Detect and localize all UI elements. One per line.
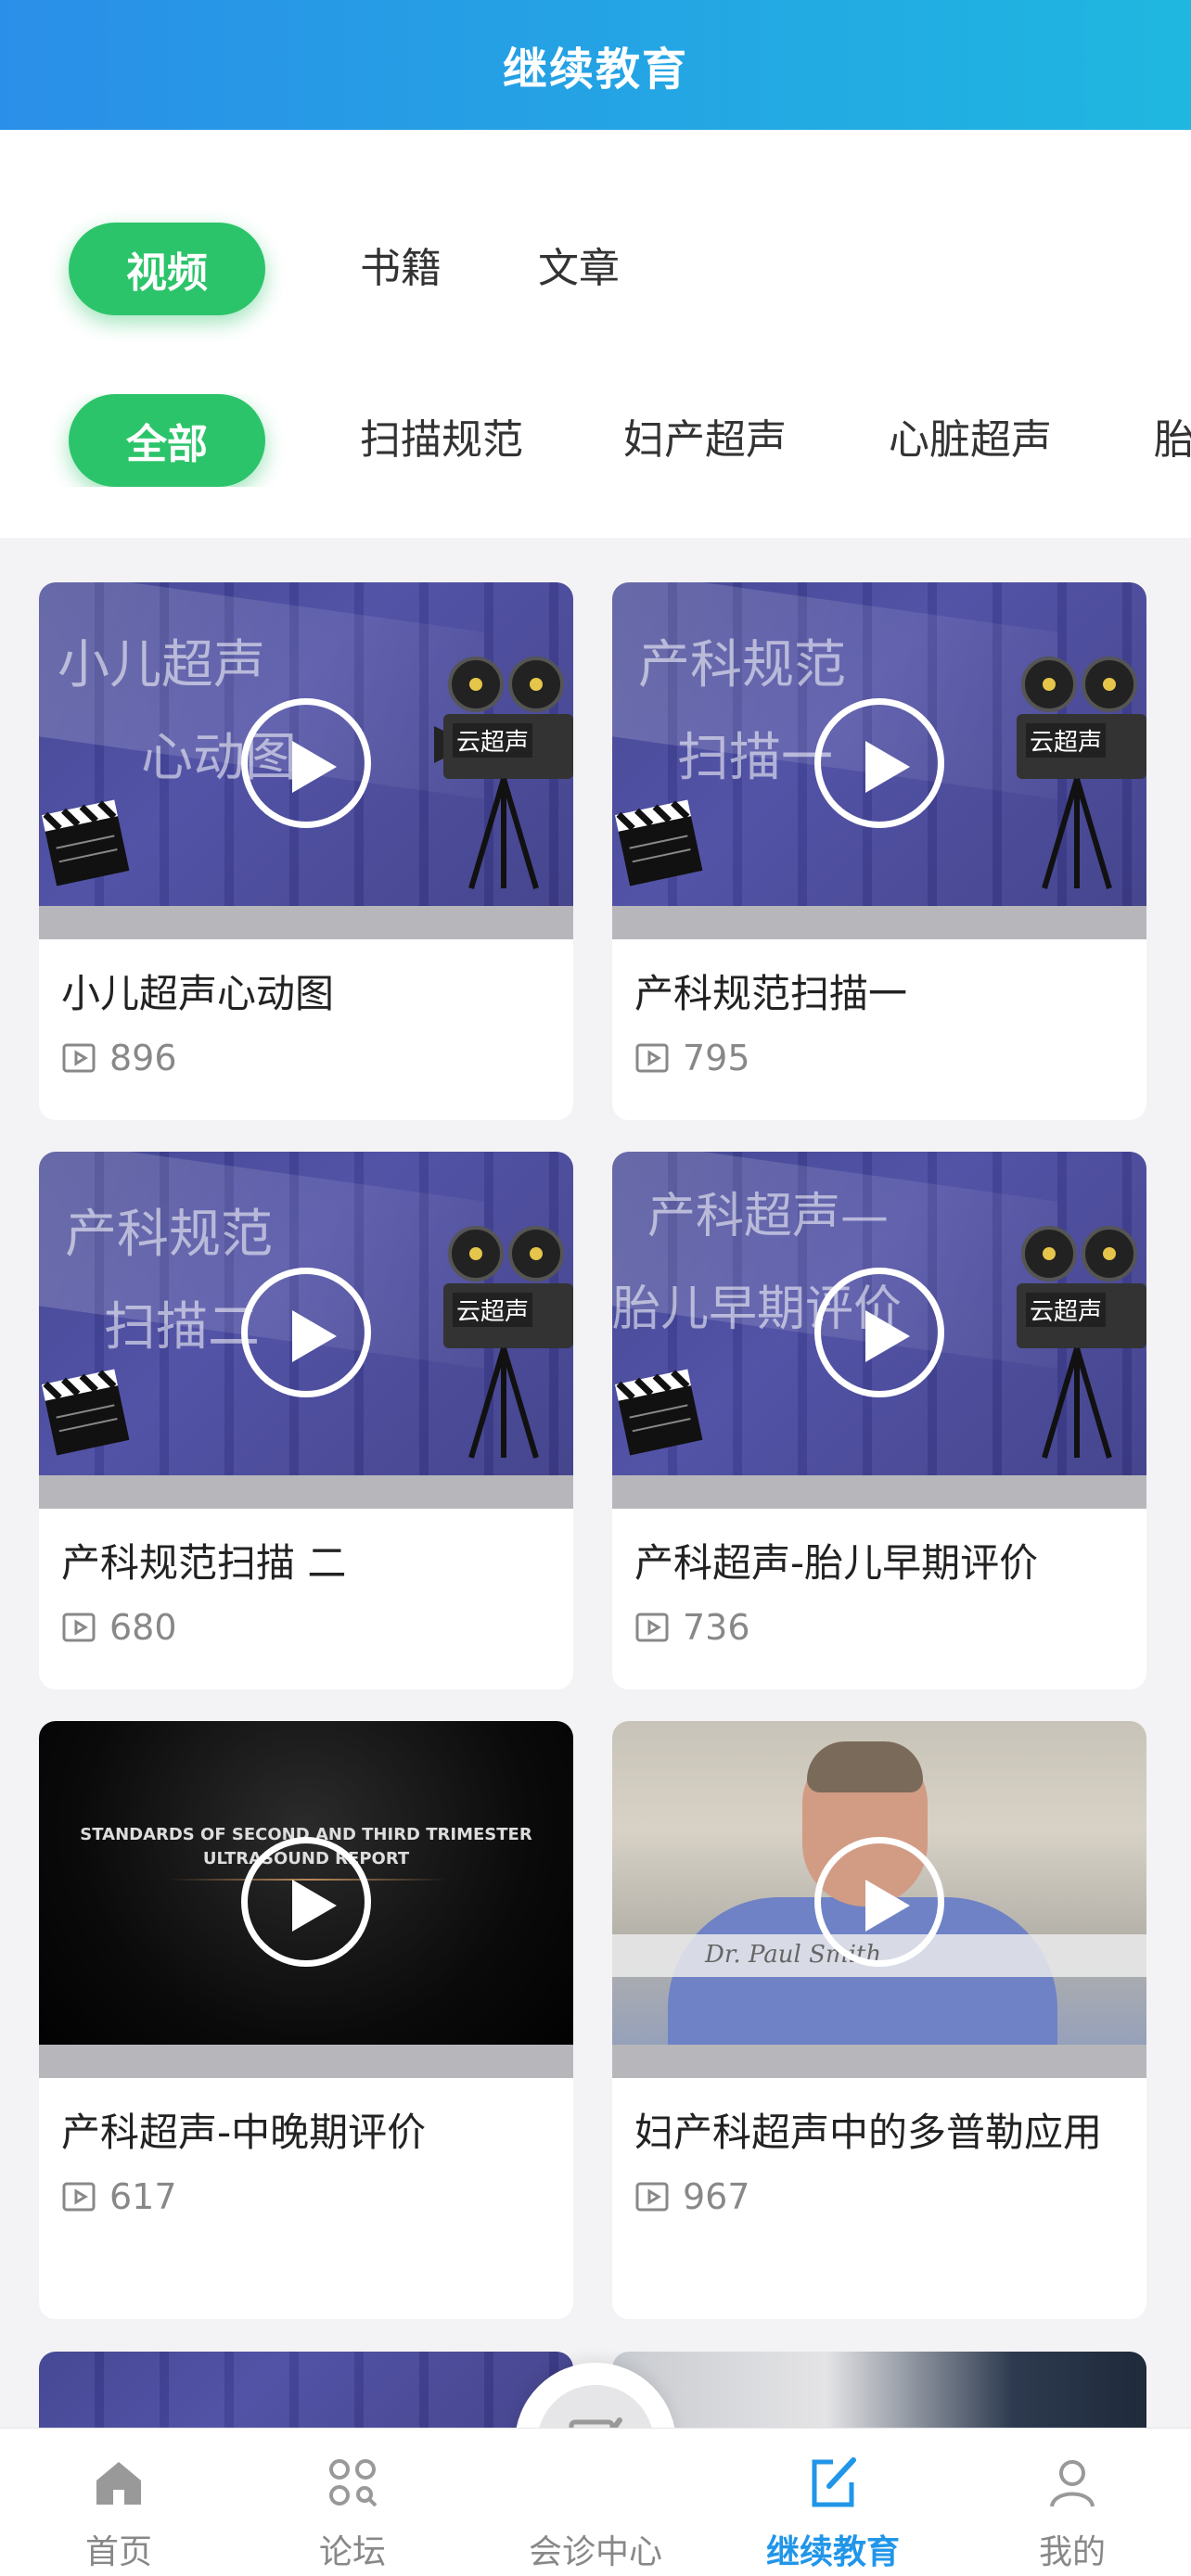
play-count-icon: [635, 1613, 669, 1642]
tab-books[interactable]: 书籍: [360, 223, 442, 315]
video-thumbnail[interactable]: 小儿超声 心动图 云超声: [39, 582, 573, 939]
video-title: 妇产科超声中的多普勒应用: [634, 2110, 1103, 2155]
film-projector-icon: 云超声: [1007, 657, 1146, 898]
tab-label: 继续教育: [765, 2533, 900, 2571]
view-count-value: 617: [109, 2176, 177, 2217]
tab-label: 首页: [84, 2533, 152, 2571]
play-icon[interactable]: [241, 1837, 371, 1967]
play-icon[interactable]: [241, 1268, 371, 1397]
video-title: 小儿超声心动图: [61, 971, 335, 1016]
tab-continuing-education[interactable]: 继续教育: [714, 2429, 952, 2576]
forum-icon: [329, 2459, 378, 2507]
tab-forum[interactable]: 论坛: [234, 2429, 471, 2576]
video-title: 产科超声-胎儿早期评价: [634, 1540, 1039, 1586]
tab-label: 论坛: [318, 2533, 386, 2571]
video-thumbnail[interactable]: Dr. Paul Smith: [612, 1721, 1146, 2078]
view-count-value: 736: [683, 1607, 750, 1648]
video-title: 产科规范扫描 二: [61, 1540, 347, 1586]
play-count-icon: [62, 1043, 96, 1073]
profile-icon: [1050, 2460, 1095, 2507]
play-count-icon: [62, 2182, 96, 2212]
play-count-icon: [62, 1613, 96, 1642]
content-type-tabs: 视频 书籍 文章: [0, 223, 1191, 315]
video-card[interactable]: 小儿超声 心动图 云超声 小儿超声心动图 896: [39, 582, 573, 1120]
video-title: 产科超声-中晚期评价: [61, 2110, 427, 2155]
play-count-icon: [635, 2182, 669, 2212]
tab-articles[interactable]: 文章: [538, 223, 620, 315]
clapperboard-icon: [612, 786, 705, 892]
tab-video[interactable]: 视频: [69, 223, 265, 315]
thumbnail-title-line: 产科规范: [65, 1205, 273, 1265]
view-count: 617: [61, 2173, 551, 2221]
bottom-tab-bar: 首页 论坛 会诊中心 继续教育 我的: [0, 2428, 1191, 2576]
video-card[interactable]: 产科规范 扫描二 云超声 产科规范扫描 二 680: [39, 1152, 573, 1690]
play-icon[interactable]: [814, 698, 944, 828]
video-title: 产科规范扫描一: [634, 971, 908, 1016]
thumbnail-badge: 云超声: [1026, 723, 1107, 758]
view-count: 896: [61, 1034, 551, 1082]
category-tabs: 全部 扫描规范 妇产超声 心脏超声 胎: [0, 394, 1191, 487]
thumbnail-badge: 云超声: [1026, 1293, 1107, 1327]
category-all[interactable]: 全部: [69, 394, 265, 487]
page-title: 继续教育: [502, 44, 688, 96]
category-cardiac-ultrasound[interactable]: 心脏超声: [889, 394, 1052, 487]
play-icon[interactable]: [814, 1268, 944, 1397]
thumbnail-badge: 云超声: [453, 723, 533, 758]
video-card[interactable]: 产科超声— 胎儿早期评价 云超声 产科超声-胎儿早期评价 736: [612, 1152, 1146, 1690]
thumbnail-badge: 云超声: [453, 1293, 533, 1327]
clapperboard-icon: [39, 1356, 132, 1461]
video-thumbnail[interactable]: 产科超声— 胎儿早期评价 云超声: [612, 1152, 1146, 1509]
home-icon: [96, 2462, 141, 2505]
category-scan-standard[interactable]: 扫描规范: [360, 394, 523, 487]
view-count: 795: [634, 1034, 1124, 1082]
view-count-value: 896: [109, 1038, 177, 1078]
tab-label: 我的: [1038, 2533, 1106, 2571]
thumbnail-title-line: 小儿超声: [58, 635, 265, 695]
clapperboard-icon: [612, 1356, 705, 1461]
play-count-icon: [635, 1043, 669, 1073]
video-thumbnail[interactable]: 产科规范 扫描一 云超声: [612, 582, 1146, 939]
edit-icon: [812, 2457, 856, 2507]
view-count: 736: [634, 1603, 1124, 1651]
tab-consult-center[interactable]: 会诊中心: [477, 2429, 714, 2576]
thumbnail-title-line: 产科超声—: [647, 1189, 890, 1244]
app-header: 继续教育: [0, 0, 1191, 130]
view-count-value: 795: [683, 1038, 750, 1078]
video-thumbnail[interactable]: 产科规范 扫描二 云超声: [39, 1152, 573, 1509]
category-obgyn-ultrasound[interactable]: 妇产超声: [623, 394, 787, 487]
play-icon[interactable]: [241, 698, 371, 828]
tab-label: 会诊中心: [528, 2533, 662, 2571]
video-card[interactable]: 产科规范 扫描一 云超声 产科规范扫描一 795: [612, 582, 1146, 1120]
category-more-partial[interactable]: 胎: [1154, 394, 1191, 487]
thumbnail-title-line: 产科规范: [638, 635, 846, 695]
video-card[interactable]: STANDARDS OF SECOND AND THIRD TRIMESTER …: [39, 1721, 573, 2319]
film-projector-icon: 云超声: [434, 1226, 573, 1467]
clapperboard-icon: [39, 786, 132, 892]
tab-profile[interactable]: 我的: [954, 2429, 1191, 2576]
view-count-value: 967: [683, 2176, 750, 2217]
view-count-value: 680: [109, 1607, 177, 1648]
view-count: 967: [634, 2173, 1124, 2221]
view-count: 680: [61, 1603, 551, 1651]
film-projector-icon: 云超声: [1007, 1226, 1146, 1467]
video-card[interactable]: Dr. Paul Smith 妇产科超声中的多普勒应用 967: [612, 1721, 1146, 2319]
film-projector-icon: 云超声: [425, 657, 573, 898]
filter-panel: 视频 书籍 文章 全部 扫描规范 妇产超声 心脏超声 胎: [0, 130, 1191, 538]
tab-home[interactable]: 首页: [0, 2429, 237, 2576]
play-icon[interactable]: [814, 1837, 944, 1967]
video-thumbnail[interactable]: STANDARDS OF SECOND AND THIRD TRIMESTER …: [39, 1721, 573, 2078]
